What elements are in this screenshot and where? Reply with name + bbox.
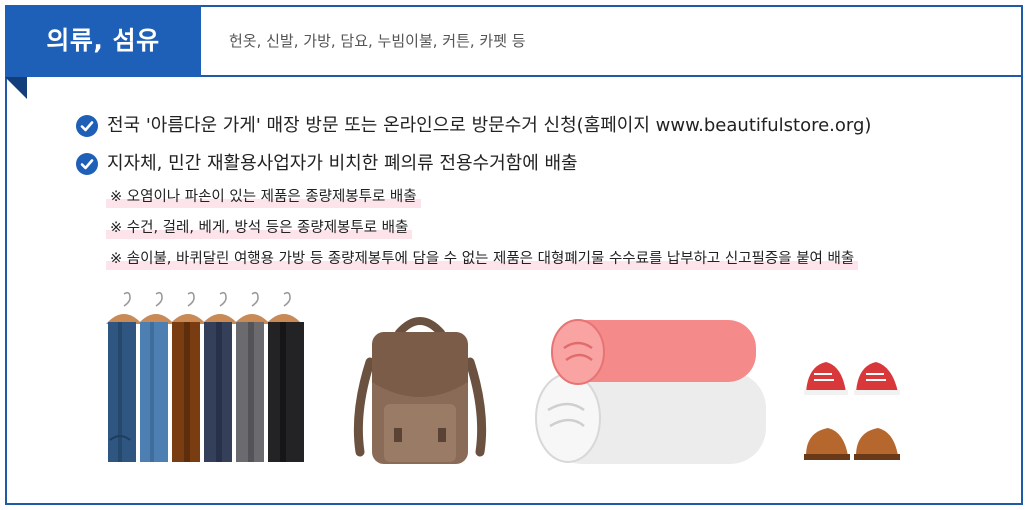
bullet-item: 지자체, 민간 재활용사업자가 비치한 폐의류 전용수거함에 배출: [76, 150, 976, 184]
header: 의류, 섬유 헌옷, 신발, 가방, 담요, 누빔이불, 커튼, 카펫 등: [5, 5, 1023, 99]
note-list: ※ 오염이나 파손이 있는 제품은 종량제봉투로 배출 ※ 수건, 걸레, 베게…: [106, 186, 859, 279]
tag-fold: [5, 77, 27, 99]
category-tag: 의류, 섬유: [5, 5, 201, 77]
bullet-list: 전국 '아름다운 가게' 매장 방문 또는 온라인으로 방문수거 신청(홈페이지…: [76, 112, 976, 184]
note-item: ※ 수건, 걸레, 베게, 방석 등은 종량제봉투로 배출: [106, 217, 413, 239]
bullet-item: 전국 '아름다운 가게' 매장 방문 또는 온라인으로 방문수거 신청(홈페이지…: [76, 112, 976, 146]
clothes-on-hangers-illustration: [106, 291, 304, 462]
bullet-text: 전국 '아름다운 가게' 매장 방문 또는 온라인으로 방문수거 신청(홈페이지…: [107, 115, 872, 136]
check-circle-icon: [76, 115, 98, 137]
shoes-illustration: [804, 362, 900, 460]
folded-blankets-illustration: [535, 319, 766, 464]
backpack-illustration: [353, 317, 487, 464]
category-title: 의류, 섬유: [46, 26, 160, 55]
check-circle-icon: [76, 153, 98, 175]
category-items: 헌옷, 신발, 가방, 담요, 누빔이불, 커튼, 카펫 등: [229, 32, 526, 50]
note-item: ※ 솜이불, 바퀴달린 여행용 가방 등 종량제봉투에 담을 수 없는 제품은 …: [106, 248, 859, 270]
bullet-text: 지자체, 민간 재활용사업자가 비치한 폐의류 전용수거함에 배출: [107, 153, 578, 174]
note-item: ※ 오염이나 파손이 있는 제품은 종량제봉투로 배출: [106, 186, 421, 208]
